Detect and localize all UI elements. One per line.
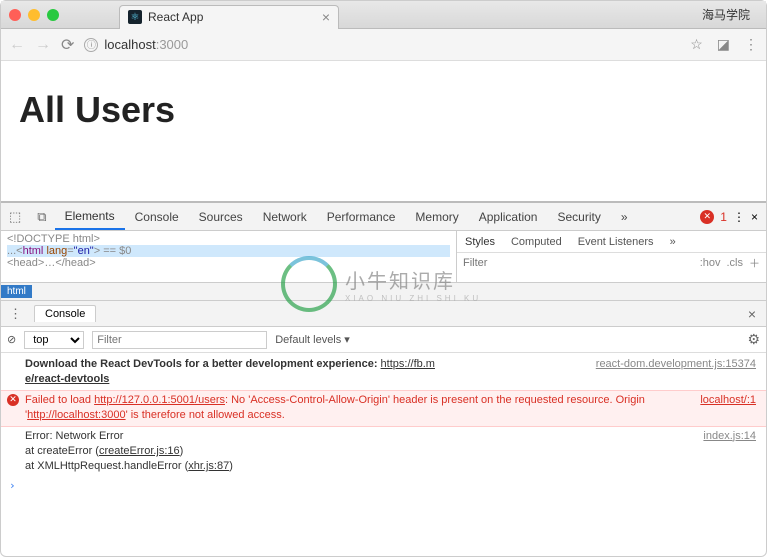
inspect-icon[interactable]: ⬚	[1, 209, 29, 225]
dom-line: <head>…</head>	[7, 257, 450, 269]
minimize-window[interactable]	[28, 9, 40, 21]
tab-network[interactable]: Network	[253, 203, 317, 230]
tabs-more[interactable]: »	[611, 203, 638, 230]
devtools-close-icon[interactable]: ×	[751, 210, 758, 224]
close-window[interactable]	[9, 9, 21, 21]
devtools-menu-icon[interactable]: ⋮	[733, 210, 745, 224]
drawer-header: ⋮ Console ×	[1, 301, 766, 327]
log-error[interactable]: ✕ localhost/:1 Failed to load http://127…	[1, 390, 766, 427]
bookmark-icon[interactable]: ☆	[690, 36, 703, 53]
dom-line: <!DOCTYPE html>	[7, 233, 450, 245]
drawer-menu-icon[interactable]: ⋮	[1, 306, 30, 322]
cls-toggle[interactable]: .cls	[727, 257, 744, 269]
devtools-tabs: ⬚ ⧉ Elements Console Sources Network Per…	[1, 203, 766, 231]
log-trace[interactable]: index.js:14 Error: Network Error at crea…	[1, 427, 766, 477]
tab-title: React App	[148, 10, 203, 24]
tab-memory[interactable]: Memory	[405, 203, 468, 230]
react-favicon: ⚛	[128, 10, 142, 24]
url-input[interactable]: ⓘ localhost:3000	[84, 37, 680, 52]
tab-application[interactable]: Application	[469, 203, 548, 230]
traffic-lights	[9, 9, 59, 21]
console-log: react-dom.development.js:15374 Download …	[1, 353, 766, 496]
page-heading: All Users	[19, 89, 748, 131]
styles-tab[interactable]: Styles	[457, 236, 503, 248]
log-location[interactable]: index.js:14	[703, 429, 756, 444]
styles-more[interactable]: »	[662, 236, 684, 248]
url-host: localhost	[104, 37, 155, 52]
maximize-window[interactable]	[47, 9, 59, 21]
levels-dropdown[interactable]: Default levels ▾	[275, 333, 350, 346]
log-location[interactable]: localhost/:1	[700, 393, 756, 408]
log-location[interactable]: react-dom.development.js:15374	[596, 357, 756, 372]
tab-performance[interactable]: Performance	[317, 203, 406, 230]
browser-tab[interactable]: ⚛ React App ×	[119, 5, 339, 29]
styles-filter-input[interactable]	[463, 257, 513, 269]
console-settings-icon[interactable]: ⚙	[747, 331, 760, 348]
console-toolbar: ⊘ top Default levels ▾ ⚙	[1, 327, 766, 353]
page-content: All Users	[1, 61, 766, 201]
back-button[interactable]: ←	[9, 36, 25, 54]
styles-pane: Styles Computed Event Listeners » :hov .…	[456, 231, 766, 282]
hov-toggle[interactable]: :hov	[700, 257, 721, 269]
drawer-close-icon[interactable]: ×	[738, 306, 766, 322]
tab-sources[interactable]: Sources	[189, 203, 253, 230]
context-select[interactable]: top	[24, 331, 84, 349]
log-info[interactable]: react-dom.development.js:15374 Download …	[1, 355, 766, 390]
error-count-badge[interactable]: ✕	[700, 210, 714, 224]
reload-button[interactable]: ⟳	[61, 35, 74, 55]
error-icon: ✕	[7, 394, 19, 406]
console-filter-input[interactable]	[92, 331, 267, 349]
dom-tree[interactable]: <!DOCTYPE html> ...<html lang="en"> == $…	[1, 231, 456, 282]
window-titlebar: ⚛ React App × 海马学院	[1, 1, 766, 29]
drawer-console-tab[interactable]: Console	[34, 305, 96, 322]
info-icon[interactable]: ⓘ	[84, 38, 98, 52]
error-count: 1	[720, 210, 727, 224]
extension-icon[interactable]: ◪	[717, 36, 730, 53]
tab-security[interactable]: Security	[547, 203, 610, 230]
menu-icon[interactable]: ⋮	[744, 36, 758, 53]
breadcrumb-html[interactable]: html	[1, 285, 32, 298]
devtools-panel: ⬚ ⧉ Elements Console Sources Network Per…	[1, 201, 766, 496]
titlebar-right-text: 海马学院	[702, 6, 758, 23]
new-rule-icon[interactable]: ＋	[749, 255, 760, 271]
console-prompt[interactable]: ›	[1, 477, 766, 494]
address-bar: ← → ⟳ ⓘ localhost:3000 ☆ ◪ ⋮	[1, 29, 766, 61]
dom-line-selected[interactable]: ...<html lang="en"> == $0	[7, 245, 450, 257]
close-tab-icon[interactable]: ×	[322, 9, 330, 25]
tab-console[interactable]: Console	[125, 203, 189, 230]
device-icon[interactable]: ⧉	[29, 209, 54, 225]
tab-elements[interactable]: Elements	[55, 203, 125, 230]
clear-console-icon[interactable]: ⊘	[7, 333, 16, 346]
listeners-tab[interactable]: Event Listeners	[570, 236, 662, 248]
url-port: :3000	[156, 37, 189, 52]
forward-button[interactable]: →	[35, 36, 51, 54]
computed-tab[interactable]: Computed	[503, 236, 570, 248]
